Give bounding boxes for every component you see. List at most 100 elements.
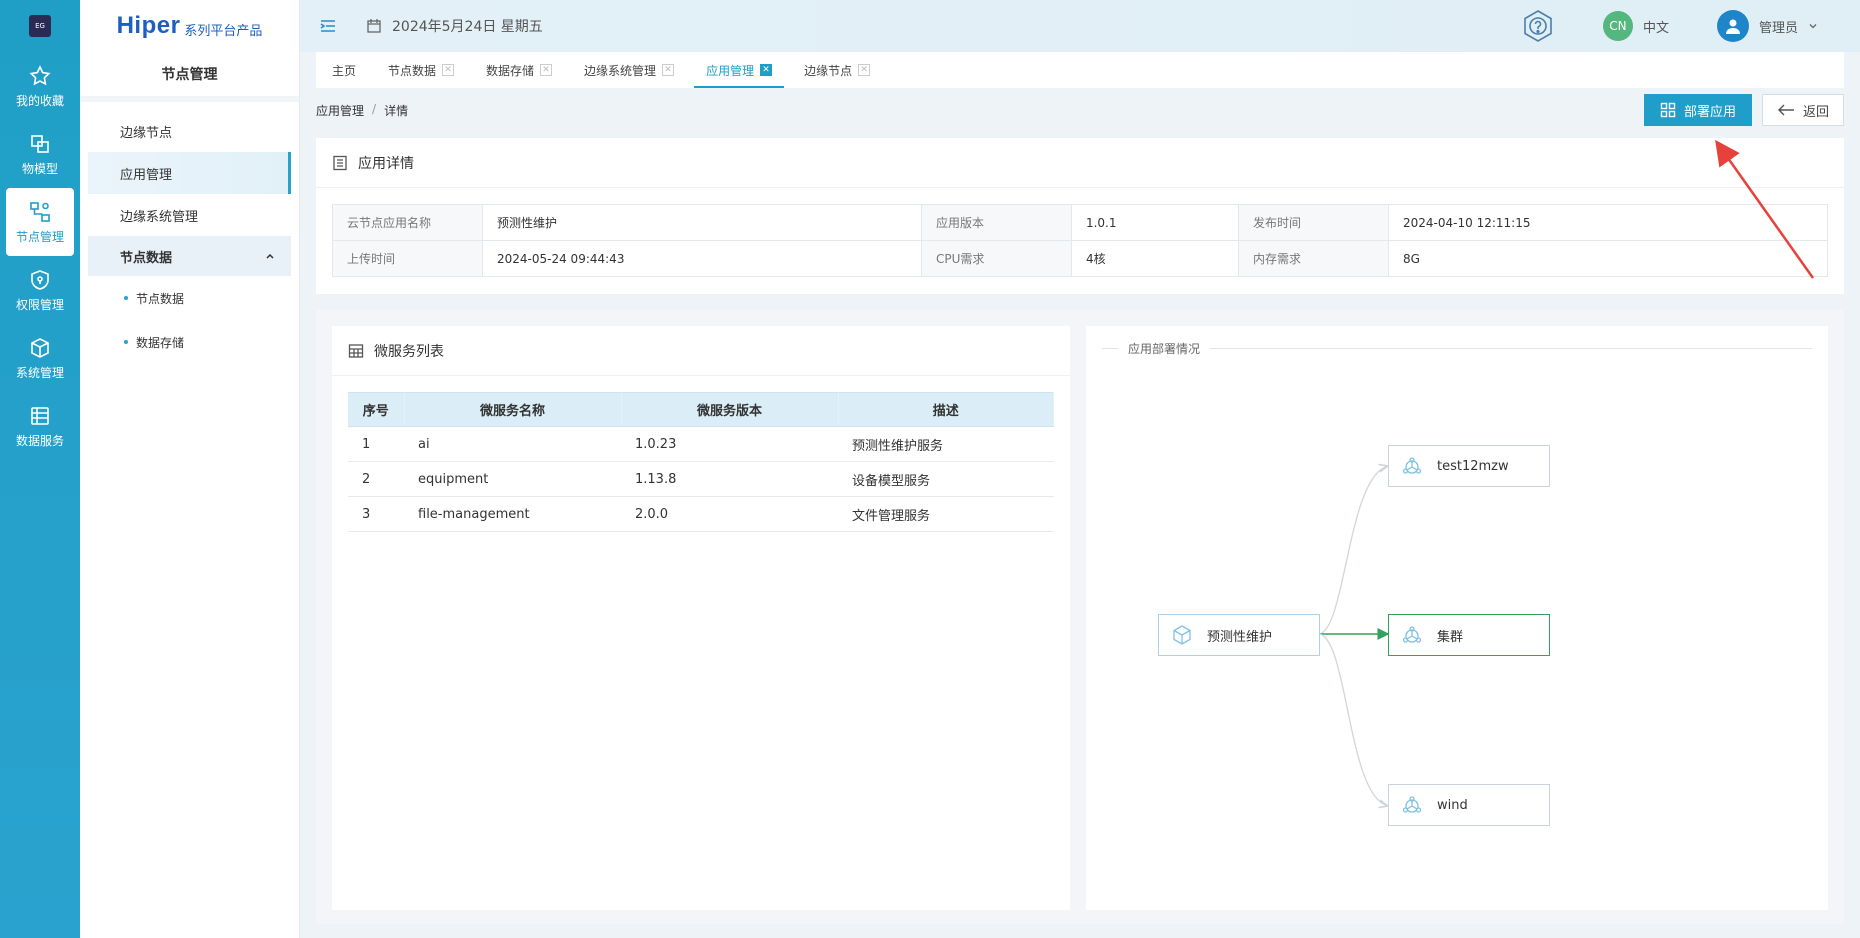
tab-home[interactable]: 主页	[316, 52, 372, 88]
sidebar-title: 节点管理	[80, 52, 299, 102]
cell-index: 3	[348, 496, 404, 532]
box-icon	[1173, 625, 1191, 645]
rail-item-favorites[interactable]: 我的收藏	[0, 52, 80, 120]
detail-row: 上传时间 2024-05-24 09:44:43 CPU需求 4核 内存需求 8…	[332, 240, 1828, 277]
tab-app-manage[interactable]: 应用管理 ✕	[690, 52, 788, 88]
table-row: 1 ai 1.0.23 预测性维护服务	[348, 426, 1054, 462]
sidebar-item-edge-system[interactable]: 边缘系统管理	[88, 194, 291, 236]
microservice-table: 序号 微服务名称 微服务版本 描述 1 ai 1.0.23 预测性维护服务 2 …	[348, 392, 1054, 532]
tab-label: 主页	[332, 63, 357, 78]
cell-version: 2.0.0	[621, 496, 838, 532]
rail-item-label: 数据服务	[15, 433, 64, 448]
breadcrumb-parent[interactable]: 应用管理	[316, 102, 364, 119]
top-header: 2024年5月24日 星期五 CN 中文 管理员	[300, 0, 1860, 52]
tab-edge-node[interactable]: 边缘节点 ✕	[788, 52, 886, 88]
close-icon[interactable]: ✕	[540, 64, 553, 76]
sidebar-item-app-manage[interactable]: 应用管理	[88, 152, 291, 194]
microservice-card: 微服务列表 序号 微服务名称 微服务版本 描述 1 ai 1.0.23 预测性维…	[332, 326, 1070, 910]
cluster-icon	[1402, 626, 1422, 643]
detail-key: 内存需求	[1238, 240, 1390, 277]
user-menu[interactable]: 管理员	[1716, 10, 1818, 42]
arrow-left-icon	[1777, 104, 1794, 116]
tab-label: 节点数据	[388, 63, 437, 78]
cell-name: equipment	[404, 461, 621, 497]
detail-value: 4核	[1070, 240, 1240, 277]
column-header: 描述	[838, 392, 1054, 427]
breadcrumb-row: 应用管理 / 详情 部署应用 返回	[316, 92, 1844, 128]
detail-key: 上传时间	[332, 240, 483, 277]
node-manage-icon	[30, 201, 50, 222]
rail-item-permission[interactable]: 权限管理	[0, 256, 80, 324]
model-icon	[31, 134, 49, 153]
language-switch[interactable]: CN 中文	[1602, 11, 1669, 41]
cluster-icon	[1402, 796, 1422, 813]
rail-item-node-manage[interactable]: 节点管理	[6, 188, 74, 256]
sidebar-subitem-node-data[interactable]: 节点数据	[80, 276, 299, 320]
breadcrumb-separator: /	[372, 101, 377, 116]
column-header: 微服务版本	[621, 392, 839, 427]
close-icon[interactable]: ✕	[858, 64, 871, 76]
sidebar-item-edge-node[interactable]: 边缘节点	[88, 110, 291, 152]
cell-name: file-management	[404, 496, 621, 532]
column-header: 微服务名称	[404, 392, 622, 427]
data-service-icon	[31, 406, 49, 425]
brand-subtitle: 系列平台产品	[184, 23, 263, 39]
icon-rail: EG 我的收藏 物模型 节点管理 权限管理 系统管理 数据服务	[0, 0, 80, 938]
close-icon[interactable]: ✕	[760, 64, 773, 76]
document-icon	[333, 155, 347, 170]
cell-description: 设备模型服务	[838, 461, 1054, 497]
breadcrumb-current: 详情	[384, 103, 409, 118]
node-target-wind[interactable]: wind	[1388, 784, 1550, 826]
rail-item-label: 我的收藏	[15, 93, 64, 108]
language-label: 中文	[1642, 20, 1669, 36]
rail-item-system[interactable]: 系统管理	[0, 324, 80, 392]
app-detail-card: 应用详情 云节点应用名称 预测性维护 应用版本 1.0.1 发布时间 2024-…	[316, 138, 1844, 294]
brand-logo: Hiper 系列平台产品	[80, 0, 299, 52]
node-source-app[interactable]: 预测性维护	[1158, 614, 1320, 656]
shield-icon	[31, 269, 49, 290]
app-detail-table: 云节点应用名称 预测性维护 应用版本 1.0.1 发布时间 2024-04-10…	[332, 204, 1828, 277]
chevron-up-icon	[266, 253, 274, 259]
tab-bar: 主页 节点数据 ✕ 数据存储 ✕ 边缘系统管理 ✕ 应用管理 ✕ 边缘节点 ✕	[316, 52, 1844, 88]
detail-value: 8G	[1388, 240, 1828, 277]
tab-label: 数据存储	[486, 63, 535, 78]
back-label: 返回	[1802, 104, 1829, 120]
rail-item-data-service[interactable]: 数据服务	[0, 392, 80, 460]
tab-data-storage[interactable]: 数据存储 ✕	[470, 52, 568, 88]
tab-node-data[interactable]: 节点数据 ✕	[372, 52, 470, 88]
menu-collapse-icon[interactable]	[318, 16, 338, 36]
node-target-test12mzw[interactable]: test12mzw	[1388, 445, 1550, 487]
rail-item-model[interactable]: 物模型	[0, 120, 80, 188]
table-row: 3 file-management 2.0.0 文件管理服务	[348, 496, 1054, 532]
detail-key: 发布时间	[1238, 204, 1390, 241]
user-name: 管理员	[1758, 20, 1798, 36]
cell-index: 2	[348, 461, 404, 497]
back-button[interactable]: 返回	[1761, 94, 1844, 126]
close-icon[interactable]: ✕	[662, 64, 675, 76]
cell-description: 预测性维护服务	[838, 426, 1054, 462]
node-target-cluster[interactable]: 集群	[1388, 614, 1550, 656]
sidebar-subitem-data-storage[interactable]: 数据存储	[80, 320, 299, 364]
edge-to-wind	[1319, 633, 1388, 806]
close-icon[interactable]: ✕	[442, 64, 455, 76]
cell-version: 1.13.8	[621, 461, 838, 497]
table-header-row: 序号 微服务名称 微服务版本 描述	[348, 392, 1054, 427]
sidebar-group-node-data[interactable]: 节点数据	[88, 236, 291, 276]
detail-row: 云节点应用名称 预测性维护 应用版本 1.0.1 发布时间 2024-04-10…	[332, 204, 1828, 241]
help-icon[interactable]	[1521, 9, 1555, 43]
cube-icon	[31, 337, 49, 358]
deployment-card: 应用部署情况 预测性维护 test12mzw 集群 wind	[1086, 326, 1828, 910]
sidebar-group-label: 节点数据	[120, 250, 173, 266]
table-icon	[348, 343, 364, 358]
detail-key: CPU需求	[920, 240, 1072, 277]
header-right: CN 中文 管理员	[1521, 0, 1860, 52]
detail-value: 1.0.1	[1070, 204, 1240, 241]
deploy-app-button[interactable]: 部署应用	[1643, 94, 1752, 126]
header-date: 2024年5月24日 星期五	[366, 16, 543, 36]
cell-name: ai	[404, 426, 621, 462]
rail-item-label: 物模型	[21, 161, 58, 176]
avatar	[1716, 10, 1749, 42]
brand-name: Hiper	[116, 12, 181, 39]
tab-edge-system[interactable]: 边缘系统管理 ✕	[568, 52, 690, 88]
sidebar: Hiper 系列平台产品 节点管理 边缘节点 应用管理 边缘系统管理 节点数据 …	[80, 0, 300, 938]
